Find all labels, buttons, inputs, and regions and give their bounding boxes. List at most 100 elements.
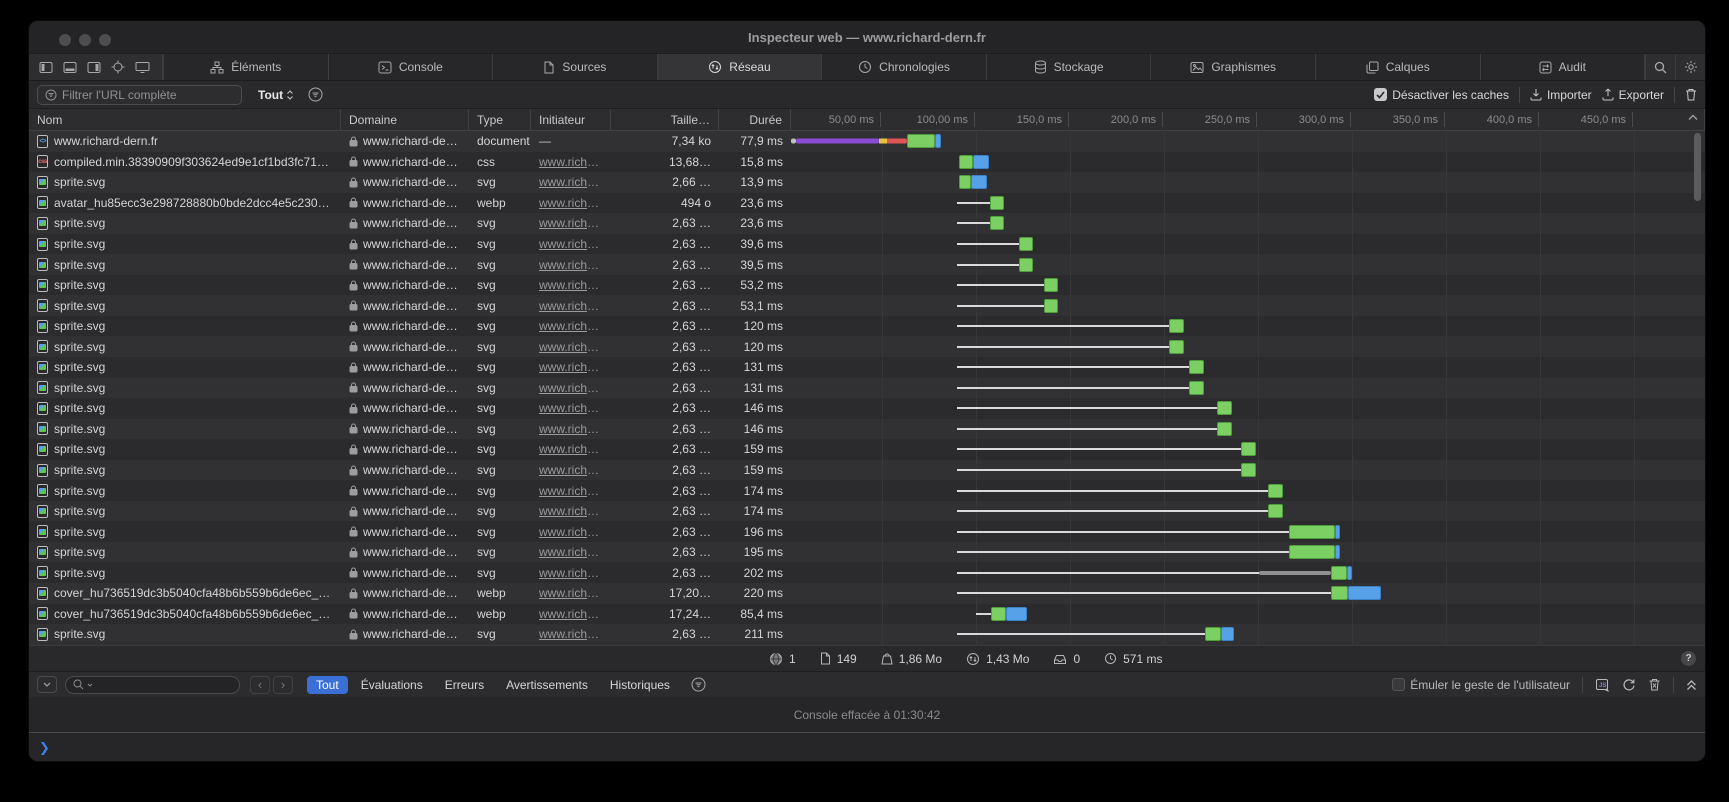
table-row[interactable]: sprite.svg www.richard-dern.fr svg www.r… xyxy=(29,295,1705,316)
next-result-button[interactable]: › xyxy=(273,676,293,694)
table-row[interactable]: sprite.svg www.richard-dern.fr svg www.r… xyxy=(29,172,1705,193)
resource-initiator[interactable]: www.richard-d… xyxy=(539,422,603,436)
table-row[interactable]: sprite.svg www.richard-dern.fr svg www.r… xyxy=(29,542,1705,563)
console-filter-tout[interactable]: Tout xyxy=(307,676,348,694)
resource-type-select[interactable]: Tout xyxy=(258,88,294,102)
tab-audit[interactable]: Audit xyxy=(1481,54,1646,80)
resource-initiator[interactable]: www.richard-d… xyxy=(539,566,603,580)
tab-elements[interactable]: Éléments xyxy=(163,54,329,80)
previous-result-button[interactable]: ‹ xyxy=(250,676,270,694)
tab-console[interactable]: Console xyxy=(329,54,494,80)
table-row[interactable]: sprite.svg www.richard-dern.fr svg www.r… xyxy=(29,378,1705,399)
resource-initiator[interactable]: www.richard-d… xyxy=(539,216,603,230)
emulate-user-gesture-checkbox[interactable]: Émuler le geste de l'utilisateur xyxy=(1392,678,1570,692)
table-row[interactable]: sprite.svg www.richard-dern.fr svg www.r… xyxy=(29,316,1705,337)
minimize-window-button[interactable] xyxy=(79,34,91,46)
resource-initiator[interactable]: www.richard-d… xyxy=(539,155,603,169)
tab-layers[interactable]: Calques xyxy=(1316,54,1481,80)
table-row[interactable]: avatar_hu85ecc3e298728880b0bde2dcc4e5c23… xyxy=(29,193,1705,214)
column-header-name[interactable]: Nom xyxy=(29,109,341,130)
resource-initiator[interactable]: www.richard-d… xyxy=(539,360,603,374)
table-row[interactable]: sprite.svg www.richard-dern.fr svg www.r… xyxy=(29,234,1705,255)
vertical-scrollbar[interactable] xyxy=(1694,133,1701,201)
tab-timelines[interactable]: Chronologies xyxy=(822,54,987,80)
resource-initiator[interactable]: www.richard-d… xyxy=(539,381,603,395)
resource-initiator[interactable]: www.richard-d… xyxy=(539,237,603,251)
tab-graphics[interactable]: Graphismes xyxy=(1151,54,1316,80)
table-row[interactable]: sprite.svg www.richard-dern.fr svg www.r… xyxy=(29,501,1705,522)
resource-initiator[interactable]: — xyxy=(539,134,551,148)
search-button[interactable] xyxy=(1645,54,1675,80)
table-row[interactable]: sprite.svg www.richard-dern.fr svg www.r… xyxy=(29,439,1705,460)
element-picker-icon[interactable] xyxy=(111,60,125,74)
resource-initiator[interactable]: www.richard-d… xyxy=(539,175,603,189)
column-header-initiator[interactable]: Initiateur xyxy=(531,109,611,130)
table-row[interactable]: sprite.svg www.richard-dern.fr svg www.r… xyxy=(29,398,1705,419)
import-button[interactable]: Importer xyxy=(1530,88,1592,102)
settings-gear-icon[interactable] xyxy=(1675,54,1705,80)
expand-console-icon[interactable] xyxy=(1686,679,1697,691)
column-header-duration[interactable]: Durée xyxy=(719,109,791,130)
table-row[interactable]: sprite.svg www.richard-dern.fr svg www.r… xyxy=(29,275,1705,296)
device-icon[interactable] xyxy=(135,61,150,74)
dock-bottom-icon[interactable] xyxy=(63,61,77,74)
table-row[interactable]: sprite.svg www.richard-dern.fr svg www.r… xyxy=(29,336,1705,357)
tab-storage[interactable]: Stockage xyxy=(987,54,1152,80)
resource-initiator[interactable]: www.richard-d… xyxy=(539,258,603,272)
clear-network-items-trash-icon[interactable] xyxy=(1685,88,1697,101)
column-header-size[interactable]: Taille… xyxy=(611,109,719,130)
console-filter-options-icon[interactable] xyxy=(691,677,706,692)
console-search-input[interactable] xyxy=(65,676,240,694)
console-filter-historiques[interactable]: Historiques xyxy=(601,676,679,694)
clear-console-trash-icon[interactable] xyxy=(1648,678,1661,691)
resource-initiator[interactable]: www.richard-d… xyxy=(539,525,603,539)
table-row[interactable]: sprite.svg www.richard-dern.fr svg www.r… xyxy=(29,254,1705,275)
table-row[interactable]: sprite.svg www.richard-dern.fr svg www.r… xyxy=(29,562,1705,583)
tab-sources[interactable]: Sources xyxy=(493,54,658,80)
url-filter-input[interactable]: Filtrer l'URL complète xyxy=(37,85,242,105)
console-prompt[interactable]: ❯ xyxy=(29,733,1705,761)
resource-initiator[interactable]: www.richard-d… xyxy=(539,196,603,210)
resource-initiator[interactable]: www.richard-d… xyxy=(539,545,603,559)
refresh-icon[interactable] xyxy=(1622,678,1636,692)
table-row[interactable]: compiled.min.38390909f303624ed9e1cf1bd3f… xyxy=(29,152,1705,173)
resource-initiator[interactable]: www.richard-d… xyxy=(539,340,603,354)
resource-initiator[interactable]: www.richard-d… xyxy=(539,442,603,456)
table-row[interactable]: sprite.svg www.richard-dern.fr svg www.r… xyxy=(29,213,1705,234)
table-row[interactable]: sprite.svg www.richard-dern.fr svg www.r… xyxy=(29,460,1705,481)
resource-initiator[interactable]: www.richard-d… xyxy=(539,607,603,621)
table-row[interactable]: www.richard-dern.fr www.richard-dern.fr … xyxy=(29,131,1705,152)
table-row[interactable]: cover_hu736519dc3b5040cfa48b6b559b6de6ec… xyxy=(29,604,1705,625)
table-row[interactable]: sprite.svg www.richard-dern.fr svg www.r… xyxy=(29,624,1705,645)
resource-initiator[interactable]: www.richard-d… xyxy=(539,319,603,333)
resource-initiator[interactable]: www.richard-d… xyxy=(539,299,603,313)
disable-caches-checkbox[interactable]: Désactiver les caches xyxy=(1374,88,1509,102)
zoom-window-button[interactable] xyxy=(99,34,111,46)
resource-initiator[interactable]: www.richard-d… xyxy=(539,278,603,292)
console-filter-évaluations[interactable]: Évaluations xyxy=(352,676,432,694)
help-button[interactable]: ? xyxy=(1681,651,1696,666)
console-filter-avertissements[interactable]: Avertissements xyxy=(497,676,597,694)
resource-initiator[interactable]: www.richard-d… xyxy=(539,401,603,415)
table-row[interactable]: cover_hu736519dc3b5040cfa48b6b559b6de6ec… xyxy=(29,583,1705,604)
resource-initiator[interactable]: www.richard-d… xyxy=(539,627,603,641)
dock-left-icon[interactable] xyxy=(39,61,53,74)
console-scope-button[interactable] xyxy=(37,676,57,693)
table-row[interactable]: sprite.svg www.richard-dern.fr svg www.r… xyxy=(29,419,1705,440)
resource-initiator[interactable]: www.richard-d… xyxy=(539,586,603,600)
resource-initiator[interactable]: www.richard-d… xyxy=(539,504,603,518)
collapse-waterfall-icon[interactable] xyxy=(1688,114,1698,121)
table-row[interactable]: sprite.svg www.richard-dern.fr svg www.r… xyxy=(29,480,1705,501)
resource-initiator[interactable]: www.richard-d… xyxy=(539,484,603,498)
resource-initiator[interactable]: www.richard-d… xyxy=(539,463,603,477)
console-filter-erreurs[interactable]: Erreurs xyxy=(436,676,493,694)
table-row[interactable]: sprite.svg www.richard-dern.fr svg www.r… xyxy=(29,521,1705,542)
dock-right-icon[interactable] xyxy=(87,61,101,74)
close-window-button[interactable] xyxy=(59,34,71,46)
export-button[interactable]: Exporter xyxy=(1602,88,1664,102)
table-row[interactable]: sprite.svg www.richard-dern.fr svg www.r… xyxy=(29,357,1705,378)
js-context-icon[interactable]: JS xyxy=(1595,678,1610,692)
tab-network[interactable]: Réseau xyxy=(658,54,823,80)
column-header-type[interactable]: Type xyxy=(469,109,531,130)
filter-options-icon[interactable] xyxy=(308,87,323,102)
